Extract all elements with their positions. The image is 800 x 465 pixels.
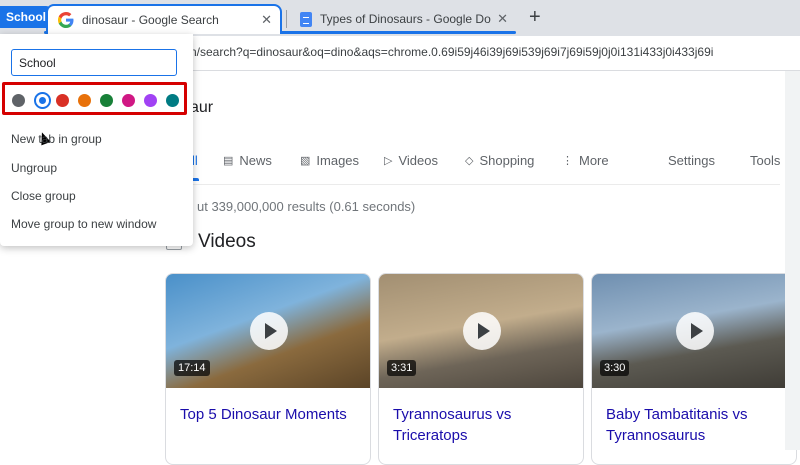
- color-swatch-blue[interactable]: [34, 92, 51, 109]
- video-card[interactable]: 17:14 Top 5 Dinosaur Moments: [165, 273, 371, 465]
- nav-settings[interactable]: Settings: [668, 153, 715, 168]
- docs-icon: [300, 11, 312, 27]
- tab-group-chip[interactable]: School: [0, 6, 53, 28]
- video-duration: 3:31: [387, 360, 417, 376]
- video-duration: 17:14: [174, 360, 210, 376]
- color-swatch-grey[interactable]: [12, 94, 25, 107]
- news-icon: ▤: [223, 155, 234, 167]
- color-swatch-cyan[interactable]: [166, 94, 179, 107]
- nav-more[interactable]: ⋮ More: [562, 153, 609, 168]
- nav-label: Images: [316, 153, 360, 168]
- menu-new-tab-in-group[interactable]: New tab in group: [11, 132, 102, 146]
- google-icon: [58, 12, 74, 28]
- play-icon[interactable]: [250, 312, 288, 350]
- nav-label: Shopping: [479, 153, 535, 168]
- image-icon: ▧: [300, 155, 311, 167]
- tab-strip: School dinosaur - Google Search ✕ Types …: [0, 0, 800, 36]
- videos-heading-label: Videos: [198, 231, 256, 252]
- color-swatch-red[interactable]: [56, 94, 69, 107]
- tab-google-search[interactable]: dinosaur - Google Search ✕: [46, 4, 282, 34]
- video-thumbnail[interactable]: 3:30: [592, 274, 796, 388]
- nav-label: Tools: [750, 153, 781, 168]
- color-swatch-orange[interactable]: [78, 94, 91, 107]
- color-swatch-purple[interactable]: [144, 94, 157, 107]
- menu-close-group[interactable]: Close group: [11, 189, 76, 203]
- video-card[interactable]: 3:31 Tyrannosaurus vs Triceratops: [378, 273, 584, 465]
- play-icon[interactable]: [463, 312, 501, 350]
- nav-label: More: [579, 153, 609, 168]
- close-icon[interactable]: ✕: [261, 12, 272, 28]
- tab-title: dinosaur - Google Search: [82, 13, 219, 27]
- group-name-input[interactable]: [11, 49, 177, 76]
- tag-icon: ◇: [465, 155, 474, 167]
- color-swatch-pink[interactable]: [122, 94, 135, 107]
- new-tab-button[interactable]: +: [529, 6, 541, 29]
- nav-label: Settings: [668, 153, 715, 168]
- video-title-link[interactable]: Tyrannosaurus vs Triceratops: [379, 388, 583, 446]
- menu-move-group-to-new-window[interactable]: Move group to new window: [11, 217, 156, 231]
- nav-videos[interactable]: ▷ Videos: [384, 153, 438, 168]
- nav-news[interactable]: ▤ News: [223, 153, 272, 168]
- tab-types-of-dinosaurs[interactable]: Types of Dinosaurs - Google Doc ✕: [290, 4, 516, 34]
- tab-divider: [286, 10, 287, 28]
- nav-tools[interactable]: Tools: [750, 153, 780, 168]
- address-bar[interactable]: n/search?q=dinosaur&oq=dino&aqs=chrome.0…: [190, 45, 713, 59]
- nav-images[interactable]: ▧ Images: [300, 153, 359, 168]
- color-swatch-green[interactable]: [100, 94, 113, 107]
- video-thumbnail[interactable]: 17:14: [166, 274, 370, 388]
- video-thumbnail[interactable]: 3:31: [379, 274, 583, 388]
- result-stats: ut 339,000,000 results (0.61 seconds): [197, 199, 416, 214]
- tab-title: Types of Dinosaurs - Google Doc: [320, 12, 492, 26]
- video-title-link[interactable]: Top 5 Dinosaur Moments: [166, 388, 370, 425]
- close-icon[interactable]: ✕: [497, 11, 508, 27]
- play-icon[interactable]: [676, 312, 714, 350]
- video-title-link[interactable]: Baby Tambatitanis vs Tyrannosaurus: [592, 388, 796, 446]
- nav-label: News: [239, 153, 272, 168]
- nav-shopping[interactable]: ◇ Shopping: [465, 153, 534, 168]
- video-duration: 3:30: [600, 360, 630, 376]
- video-icon: ▷: [384, 155, 393, 167]
- menu-ungroup[interactable]: Ungroup: [11, 161, 57, 175]
- color-picker: [2, 82, 187, 115]
- more-vert-icon: ⋮: [562, 155, 573, 167]
- tab-group-editor: New tab in group Ungroup Close group Mov…: [0, 34, 193, 246]
- video-card[interactable]: 3:30 Baby Tambatitanis vs Tyrannosaurus: [591, 273, 797, 465]
- nav-label: Videos: [398, 153, 438, 168]
- page-scroll-edge: [785, 71, 800, 450]
